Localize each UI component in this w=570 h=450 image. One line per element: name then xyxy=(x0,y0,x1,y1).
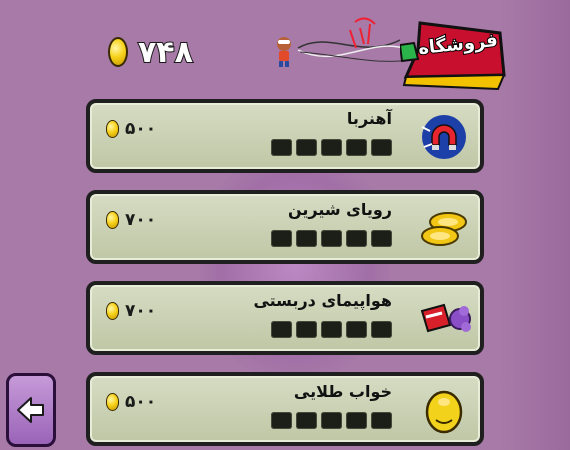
coin-icon xyxy=(106,120,119,138)
level-slot xyxy=(271,412,292,429)
level-slot xyxy=(346,321,367,338)
level-slot xyxy=(321,412,342,429)
item-price: ۵۰۰ xyxy=(106,392,156,412)
level-slot xyxy=(271,321,292,338)
gold-coins-icon xyxy=(421,212,467,246)
coin-balance: ۷۴۸ xyxy=(108,32,193,72)
shop-item-charter-plane[interactable]: ۷۰۰ هواپیمای دربستی xyxy=(86,281,484,355)
item-price-value: ۷۰۰ xyxy=(125,301,157,321)
character-icon xyxy=(277,37,291,67)
item-price: ۷۰۰ xyxy=(106,210,156,230)
level-slot xyxy=(371,139,392,156)
level-slot xyxy=(371,321,392,338)
item-price: ۵۰۰ xyxy=(106,119,156,139)
arrow-left-icon xyxy=(17,397,44,423)
level-slot xyxy=(296,321,317,338)
level-slot xyxy=(296,139,317,156)
upgrade-level-bar xyxy=(271,139,392,156)
coin-icon xyxy=(106,393,119,411)
upgrade-level-bar xyxy=(271,230,392,247)
level-slot xyxy=(296,230,317,247)
magnet-icon xyxy=(421,115,466,159)
golden-pig-icon xyxy=(425,390,463,434)
upgrade-level-bar xyxy=(271,321,392,338)
shop-item-sweet-dream[interactable]: ۷۰۰ رویای شیرین xyxy=(86,190,484,264)
shop-item-golden-sleep[interactable]: ۵۰۰ خواب طلایی xyxy=(86,372,484,446)
coin-icon xyxy=(108,37,128,67)
level-slot xyxy=(371,412,392,429)
level-slot xyxy=(346,139,367,156)
coin-icon xyxy=(106,211,119,229)
item-name: آهنربا xyxy=(346,109,392,128)
back-button[interactable] xyxy=(6,373,56,447)
item-name: خواب طلایی xyxy=(293,382,392,401)
item-price: ۷۰۰ xyxy=(106,301,156,321)
level-slot xyxy=(346,230,367,247)
level-slot xyxy=(321,321,342,338)
plane-icon xyxy=(420,303,471,333)
coin-icon xyxy=(106,302,119,320)
level-slot xyxy=(346,412,367,429)
level-slot xyxy=(321,139,342,156)
level-slot xyxy=(321,230,342,247)
item-name: رویای شیرین xyxy=(287,200,392,219)
background-edge xyxy=(500,0,570,450)
level-slot xyxy=(371,230,392,247)
level-slot xyxy=(271,230,292,247)
level-slot xyxy=(296,412,317,429)
coin-balance-value: ۷۴۸ xyxy=(137,34,193,71)
item-price-value: ۵۰۰ xyxy=(125,119,157,139)
level-slot xyxy=(271,139,292,156)
shop-item-magnet[interactable]: ۵۰۰ آهنربا xyxy=(86,99,484,173)
upgrade-level-bar xyxy=(271,412,392,429)
item-price-value: ۵۰۰ xyxy=(125,392,157,412)
item-name: هواپیمای دربستی xyxy=(253,291,392,310)
item-price-value: ۷۰۰ xyxy=(125,210,157,230)
